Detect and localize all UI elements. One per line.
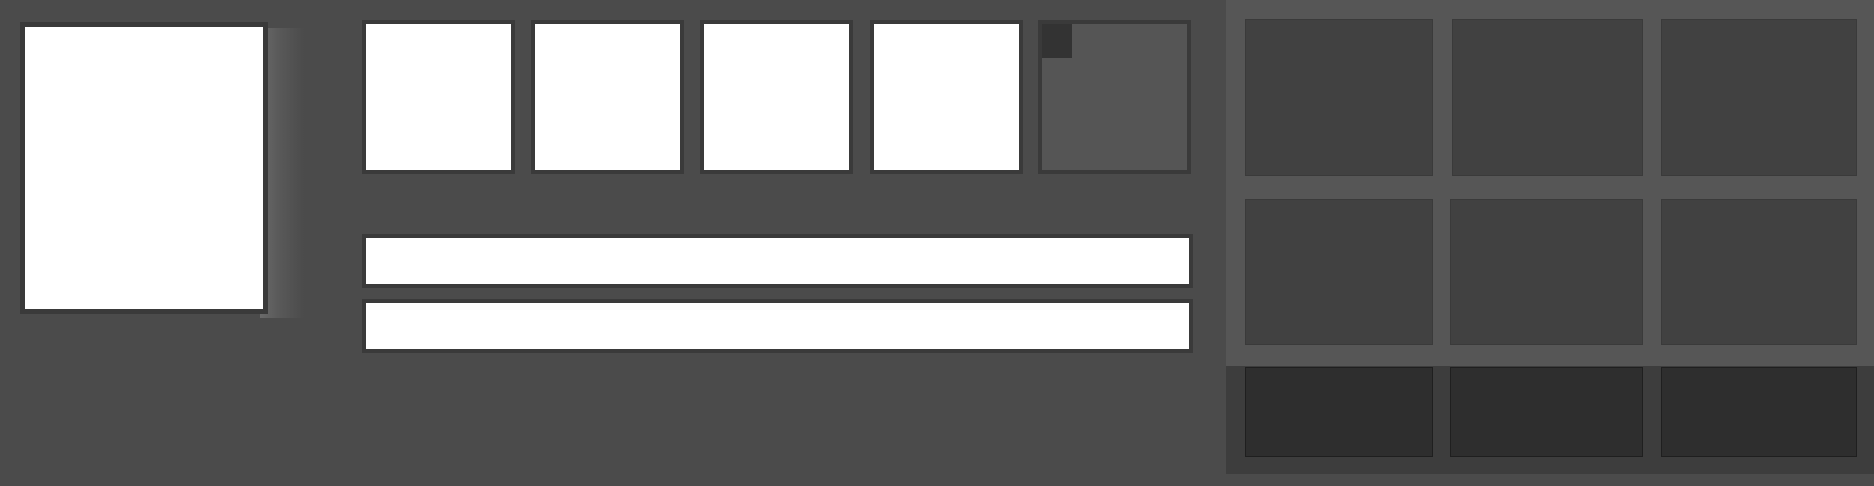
swatch-empty[interactable] (1038, 20, 1191, 174)
swatch-corner-marker (1042, 24, 1072, 58)
grid-cell[interactable] (1450, 199, 1643, 345)
grid-cell[interactable] (1661, 199, 1857, 345)
swatch-1[interactable] (362, 20, 515, 174)
swatch-4[interactable] (870, 20, 1023, 174)
grid-cell[interactable] (1452, 19, 1643, 176)
grid-cell-dark[interactable] (1661, 367, 1857, 457)
grid-cell[interactable] (1245, 199, 1433, 345)
text-field-2[interactable] (362, 299, 1193, 353)
preview-panel (20, 22, 304, 318)
text-field-1[interactable] (362, 234, 1193, 288)
grid-cell[interactable] (1245, 19, 1433, 176)
preview-canvas[interactable] (20, 22, 268, 314)
app-root: { "colors": { "background": "#4b4b4b", "… (0, 0, 1874, 486)
grid-cell-dark[interactable] (1245, 367, 1433, 457)
swatch-3[interactable] (700, 20, 853, 174)
grid-cell-dark[interactable] (1450, 367, 1643, 457)
swatch-2[interactable] (531, 20, 684, 174)
grid-cell[interactable] (1661, 19, 1857, 176)
